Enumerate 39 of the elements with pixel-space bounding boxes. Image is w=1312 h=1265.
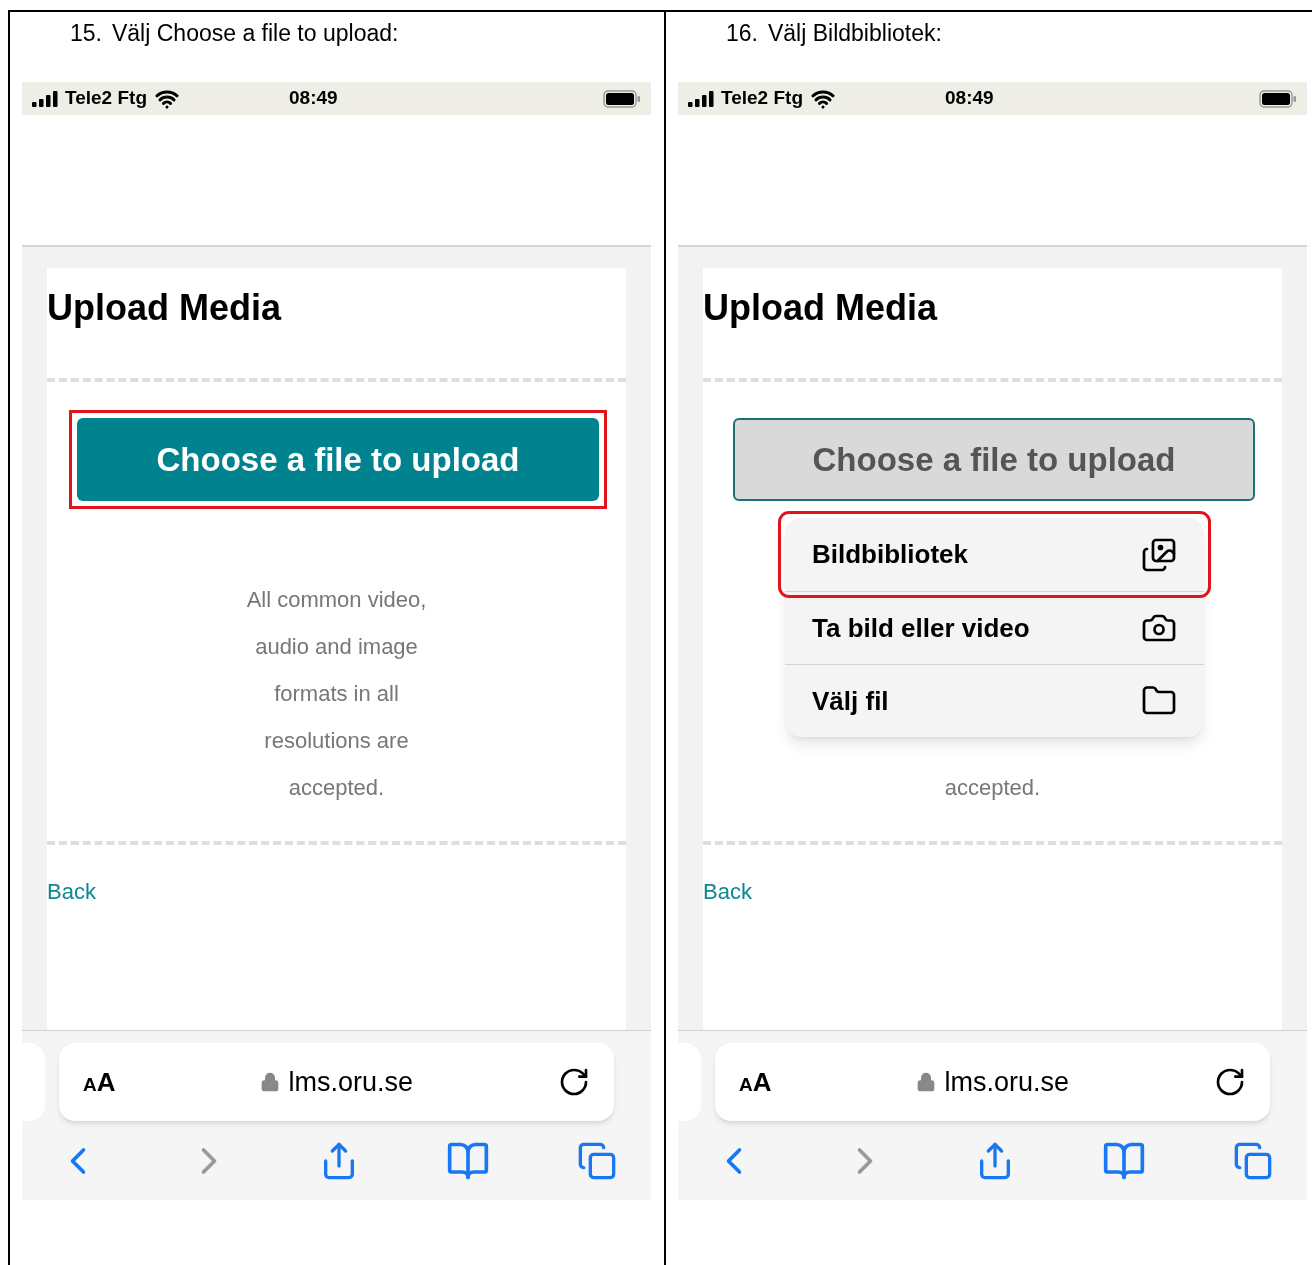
signal-icon [688,90,715,107]
status-time: 08:49 [289,86,338,111]
status-time: 08:49 [945,86,994,111]
choose-file-button[interactable]: Choose a file to upload [77,418,599,501]
description-text: formats in all [274,680,399,708]
reload-icon[interactable] [1214,1066,1246,1098]
step-instruction: Välj Choose a file to upload: [112,19,399,48]
page-title: Upload Media [703,286,939,330]
carrier-text: Tele2 Ftg [65,86,147,111]
address-bar[interactable]: AA lms.oru.se [59,1043,614,1121]
tabs-icon[interactable] [577,1140,617,1181]
reload-icon[interactable] [558,1066,590,1098]
description-text: accepted. [944,774,1041,802]
description-text: All common video, [246,586,427,614]
url-text: lms.oru.se [944,1065,1070,1099]
url-text: lms.oru.se [288,1065,414,1099]
description-text: audio and image [255,633,418,661]
description-text: resolutions are [264,727,409,755]
back-link[interactable]: Back [47,877,626,907]
step-number: 15. [70,19,102,48]
description-text: accepted. [288,774,385,802]
battery-icon [1259,89,1297,108]
back-link[interactable]: Back [703,877,1282,907]
menu-item[interactable]: Välj fil [785,664,1204,737]
lock-icon [260,1072,281,1092]
page-title: Upload Media [47,286,283,330]
lock-icon [916,1072,937,1092]
battery-icon [603,89,641,108]
signal-icon [32,90,59,107]
step-number: 16. [726,19,758,48]
carrier-text: Tele2 Ftg [721,86,803,111]
step-instruction: Välj Bildbibliotek: [768,19,942,48]
text-size-button[interactable]: AA [739,1062,772,1102]
address-bar[interactable]: AA lms.oru.se [715,1043,1270,1121]
menu-item[interactable]: Ta bild eller video [785,591,1204,664]
tabs-icon[interactable] [1233,1140,1273,1181]
photos-icon [1141,536,1177,573]
menu-item[interactable]: Bildbibliotek [785,518,1204,591]
text-size-button[interactable]: AA [83,1062,116,1102]
